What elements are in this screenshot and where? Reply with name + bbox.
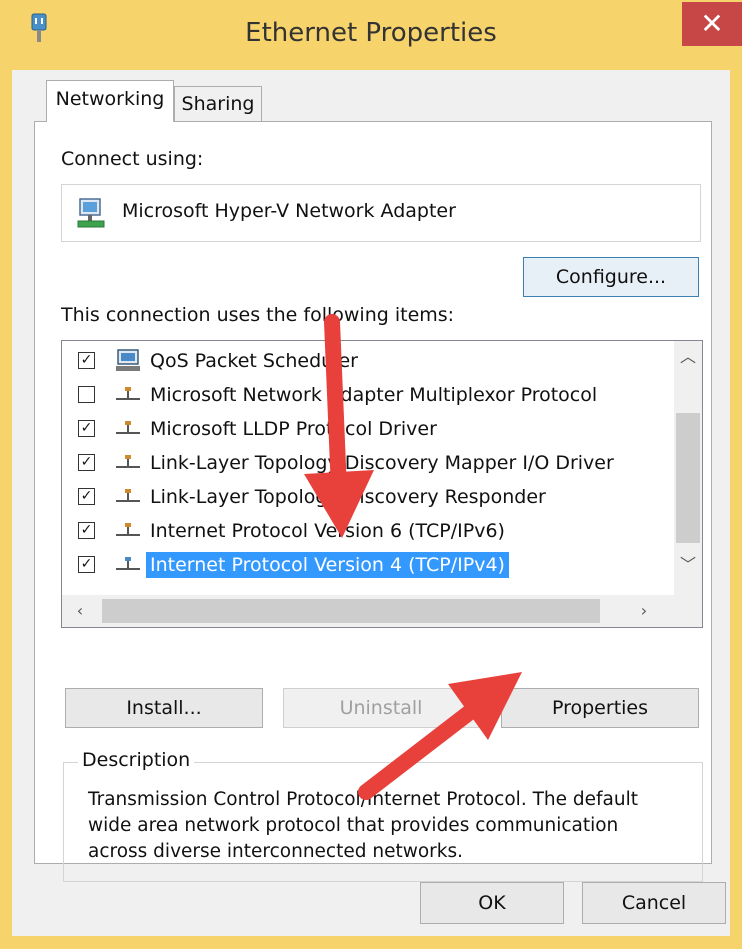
list-item[interactable]: ✓ QoS Packet Scheduler (62, 345, 674, 377)
title-bar[interactable]: Ethernet Properties ✕ (0, 0, 742, 66)
scroll-left-arrow-icon[interactable]: ‹ (68, 601, 92, 621)
properties-button[interactable]: Properties (501, 688, 699, 728)
item-checkbox[interactable]: ✓ (78, 522, 95, 539)
item-checkbox[interactable]: ✓ (78, 454, 95, 471)
components-list[interactable]: ✓ QoS Packet Scheduler Microsoft Network… (61, 340, 703, 628)
close-button[interactable]: ✕ (682, 2, 742, 46)
networking-tab-panel: Connect using: Microsoft Hyper-V Network… (34, 121, 712, 882)
item-label: Link-Layer Topology Discovery Mapper I/O… (150, 452, 614, 474)
tab-sharing[interactable]: Sharing (174, 86, 262, 122)
item-checkbox[interactable]: ✓ (78, 352, 95, 369)
item-checkbox[interactable]: ✓ (78, 556, 95, 573)
item-label: Internet Protocol Version 6 (TCP/IPv6) (150, 520, 505, 542)
close-icon: ✕ (700, 7, 724, 40)
list-item[interactable]: Microsoft Network Adapter Multiplexor Pr… (62, 379, 674, 411)
scroll-right-arrow-icon[interactable]: › (632, 601, 656, 621)
dialog-client-area: Networking Sharing Connect using: Micros… (12, 70, 730, 936)
list-item[interactable]: ✓ Internet Protocol Version 4 (TCP/IPv4) (62, 549, 674, 581)
network-service-icon (116, 349, 140, 371)
install-button[interactable]: Install... (65, 688, 263, 728)
vertical-scroll-thumb[interactable] (676, 413, 700, 543)
list-item[interactable]: ✓ Link-Layer Topology Discovery Mapper I… (62, 447, 674, 479)
horizontal-scrollbar[interactable]: ‹ › (62, 595, 702, 627)
item-label: QoS Packet Scheduler (150, 350, 358, 372)
connect-using-label: Connect using: (61, 148, 204, 170)
protocol-icon (116, 557, 140, 570)
vertical-scrollbar[interactable]: ︿ ﹀ (674, 341, 702, 595)
adapter-name: Microsoft Hyper-V Network Adapter (122, 200, 456, 222)
network-adapter-icon (77, 198, 105, 228)
window-title: Ethernet Properties (245, 18, 497, 48)
protocol-icon (116, 387, 140, 400)
scroll-down-arrow-icon[interactable]: ﹀ (676, 555, 700, 575)
item-checkbox[interactable]: ✓ (78, 420, 95, 437)
horizontal-scroll-thumb[interactable] (102, 599, 600, 623)
items-label: This connection uses the following items… (61, 304, 455, 326)
list-item[interactable]: ✓ Microsoft LLDP Protocol Driver (62, 413, 674, 445)
list-item[interactable]: ✓ Link-Layer Topology Discovery Responde… (62, 481, 674, 513)
item-label: Microsoft LLDP Protocol Driver (150, 418, 437, 440)
list-item[interactable]: ✓ Internet Protocol Version 6 (TCP/IPv6) (62, 515, 674, 547)
description-group: Description Transmission Control Protoco… (63, 749, 703, 882)
item-checkbox[interactable] (78, 386, 95, 403)
description-text: Transmission Control Protocol/Internet P… (88, 789, 638, 862)
description-title: Description (78, 749, 195, 771)
protocol-icon (116, 421, 140, 434)
ok-button[interactable]: OK (420, 882, 564, 924)
ethernet-properties-window: Ethernet Properties ✕ Networking Sharing… (0, 0, 742, 949)
configure-button[interactable]: Configure... (523, 257, 699, 297)
uninstall-button[interactable]: Uninstall (283, 688, 479, 728)
scroll-up-arrow-icon[interactable]: ︿ (676, 347, 700, 367)
item-checkbox[interactable]: ✓ (78, 488, 95, 505)
cancel-button[interactable]: Cancel (582, 882, 726, 924)
item-label: Link-Layer Topology Discovery Responder (150, 486, 546, 508)
tab-networking[interactable]: Networking (46, 80, 174, 122)
item-label-selected: Internet Protocol Version 4 (TCP/IPv4) (146, 552, 509, 578)
protocol-icon (116, 489, 140, 502)
protocol-icon (116, 455, 140, 468)
protocol-icon (116, 523, 140, 536)
adapter-box: Microsoft Hyper-V Network Adapter (61, 184, 701, 242)
item-label: Microsoft Network Adapter Multiplexor Pr… (150, 384, 598, 406)
